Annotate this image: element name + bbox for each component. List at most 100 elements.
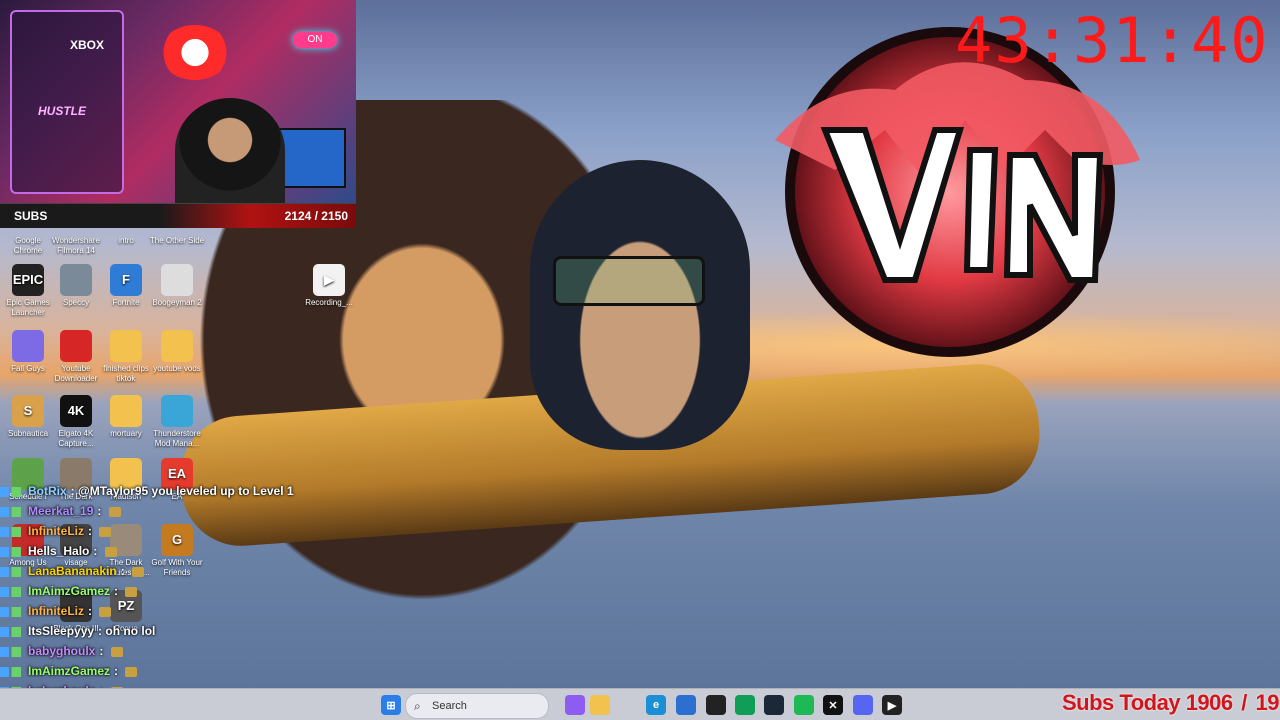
webcam-logo-sign	[160, 25, 230, 80]
desktop-icon-label: youtube vods	[153, 364, 201, 373]
subs-today-separator: /	[1241, 690, 1247, 715]
steam-icon[interactable]	[764, 695, 784, 715]
desktop-icon-label: intro	[118, 236, 134, 245]
desktop-icon-label: The Other Side	[149, 236, 205, 245]
badge-icon	[0, 526, 26, 537]
desktop-icon-label: Speccy	[62, 298, 90, 307]
subs-today-current: 1906	[1185, 690, 1233, 715]
obs-icon[interactable]	[706, 695, 726, 715]
desktop-icon-label: Recording_...	[305, 298, 353, 307]
led-shelf	[10, 10, 124, 194]
chat-username: InfiniteLiz	[28, 524, 84, 538]
chat-username: ItsSleepyyy	[28, 624, 95, 638]
boogeyman-icon	[161, 264, 193, 296]
badge-icon	[0, 646, 26, 657]
chat-message: Meerkat_19:	[0, 501, 300, 521]
chat-username: ImAimzGamez	[28, 584, 111, 598]
desktop-icon[interactable]: finished clips tiktok	[98, 330, 154, 384]
chat-username: Hells_Halo	[28, 544, 90, 558]
search-input[interactable]	[430, 697, 544, 715]
stream-scene: 43:31:40 XBOX HUSTLE ON SUBS 2124 / 2150…	[0, 0, 1280, 720]
desktop-icon[interactable]: Speccy	[48, 264, 104, 308]
chat-message: InfiniteLiz:	[0, 601, 300, 621]
desktop-icon[interactable]: Wondershare Filmora 14	[48, 226, 104, 256]
chat-message: ItsSleepyyy: oh no lol	[0, 621, 300, 641]
emote-icon	[125, 586, 138, 597]
youtube-downloader-icon	[60, 330, 92, 362]
badge-icon	[0, 606, 26, 617]
desktop-icon[interactable]: intro	[98, 226, 154, 246]
badge-icon	[0, 666, 26, 677]
chat-message: ImAimzGamez:	[0, 661, 300, 681]
chat-username: InfiniteLiz	[28, 604, 84, 618]
file-explorer-icon[interactable]	[590, 695, 610, 715]
desktop-icon-label: Wondershare Filmora 14	[52, 236, 100, 255]
chat-message: Hells_Halo:	[0, 541, 300, 561]
streamer-webcam-figure	[175, 98, 285, 203]
desktop-icon-label: Fortnite	[112, 298, 140, 307]
thunderstore-icon	[161, 395, 193, 427]
media-player-icon[interactable]: ▶	[882, 695, 902, 715]
subs-goal-label: SUBS	[14, 209, 48, 223]
badge-icon	[0, 566, 26, 577]
chat-separator: :	[114, 664, 122, 678]
desktop-icon[interactable]: ▶ Recording_...	[301, 264, 357, 308]
emote-icon	[108, 506, 121, 517]
edge-icon[interactable]: e	[646, 695, 666, 715]
stream-timer: 43:31:40	[955, 4, 1270, 77]
chat-separator: :	[70, 484, 79, 498]
windows-start-icon[interactable]: ⊞	[381, 695, 401, 715]
chat-separator: :	[93, 544, 101, 558]
search-icon: ⌕	[414, 699, 421, 713]
chat-message: babyghoulx:	[0, 641, 300, 661]
desktop-icon[interactable]: mortuary	[98, 395, 154, 439]
desktop-icon-label: Thunderstore Mod Mana...	[153, 429, 201, 448]
folder-icon	[110, 395, 142, 427]
elgato-icon: 4K	[60, 395, 92, 427]
chat-separator: :	[97, 504, 105, 518]
chrome-icon[interactable]	[735, 695, 755, 715]
chat-text: oh no lol	[105, 624, 156, 638]
recording-file-icon: ▶	[313, 264, 345, 296]
fall-guys-icon	[12, 330, 44, 362]
desktop-icon-label: finished clips tiktok	[103, 364, 149, 383]
chat-username: BotRix	[28, 484, 67, 498]
badge-icon	[0, 586, 26, 597]
chat-separator: :	[99, 644, 107, 658]
chat-separator: :	[114, 584, 122, 598]
taskbar-search[interactable]: ⌕	[405, 693, 549, 719]
badge-icon	[0, 506, 26, 517]
desktop-icon[interactable]: youtube vods	[149, 330, 205, 374]
folder-icon	[161, 330, 193, 362]
webcam-feed: XBOX HUSTLE ON	[0, 0, 356, 203]
folder-icon	[110, 330, 142, 362]
badge-icon	[0, 486, 26, 497]
desktop-icon[interactable]: The Other Side	[149, 226, 205, 246]
desktop-icon[interactable]: Boogeyman 2	[149, 264, 205, 308]
chat-message: InfiniteLiz:	[0, 521, 300, 541]
desktop-icon[interactable]: F Fortnite	[98, 264, 154, 308]
copilot-icon[interactable]	[565, 695, 585, 715]
hustle-neon-sign: HUSTLE	[38, 104, 86, 118]
subs-today-counter: Subs Today 1906 / 1910	[1062, 690, 1280, 716]
speccy-icon	[60, 264, 92, 296]
badge-icon	[0, 546, 26, 557]
spotify-icon[interactable]	[794, 695, 814, 715]
store-icon[interactable]	[676, 695, 696, 715]
fortnite-icon: F	[110, 264, 142, 296]
chat-separator: :	[120, 564, 129, 578]
chat-username: ImAimzGamez	[28, 664, 111, 678]
emote-icon	[99, 526, 112, 537]
desktop-icon-label: mortuary	[110, 429, 142, 438]
desktop-icon[interactable]: Youtube Downloader	[48, 330, 104, 384]
subnautica-icon: S	[12, 395, 44, 427]
desktop-icon[interactable]: 4K Elgato 4K Capture...	[48, 395, 104, 449]
discord-icon[interactable]	[853, 695, 873, 715]
glasses-graphic	[553, 256, 705, 306]
subs-today-goal: 1910	[1255, 690, 1280, 715]
on-air-sign: ON	[293, 32, 337, 48]
capcut-icon[interactable]: ✕	[823, 695, 843, 715]
desktop-icon[interactable]: Thunderstore Mod Mana...	[149, 395, 205, 449]
chat-separator: :	[88, 604, 96, 618]
chat-text: @MTaylor95 you leveled up to Level 1	[78, 484, 294, 498]
